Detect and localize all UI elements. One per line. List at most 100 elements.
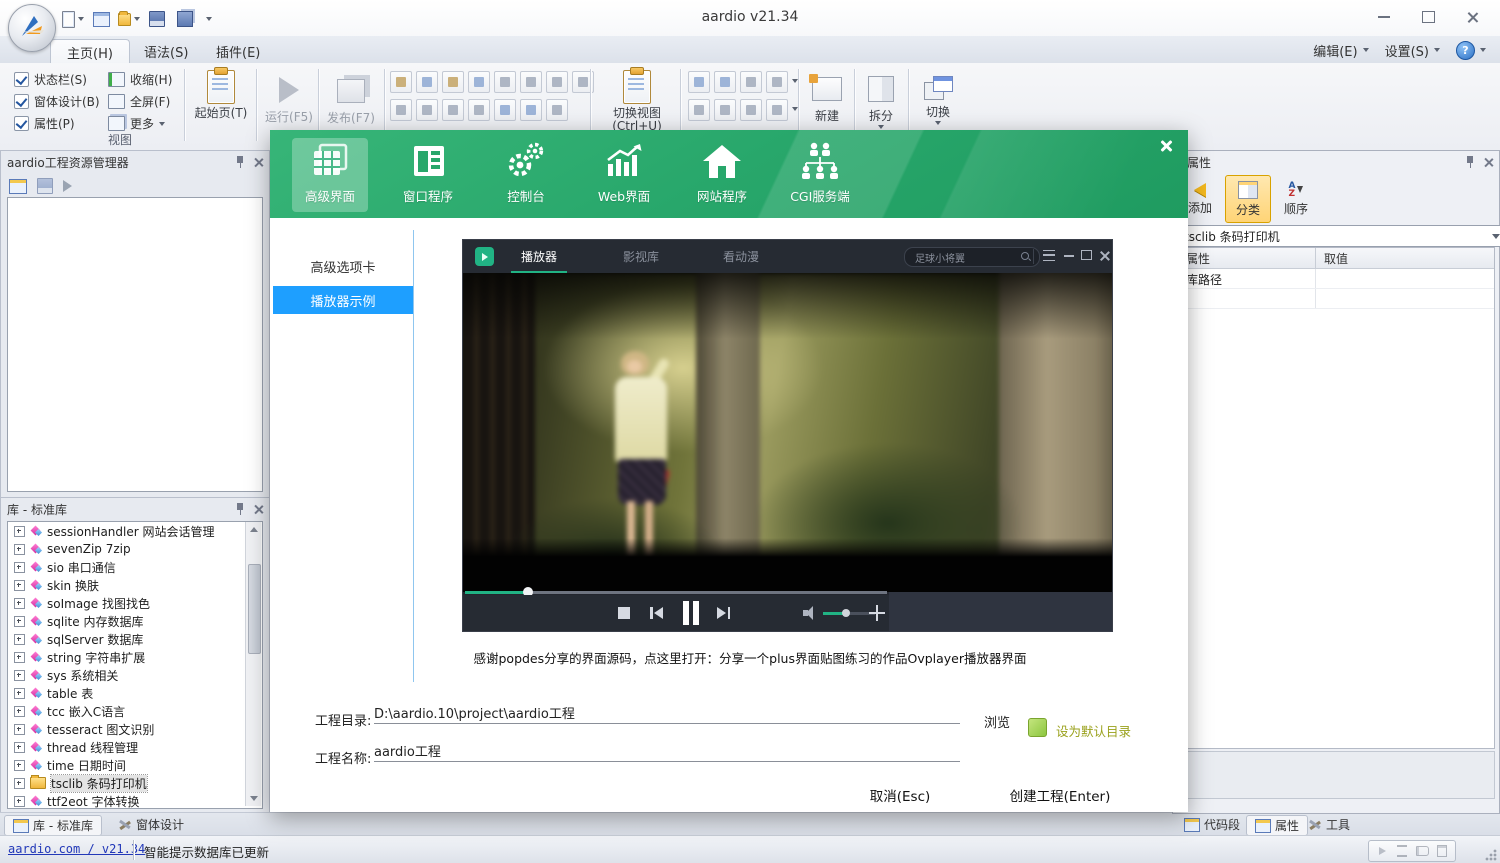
next-button[interactable] [715, 605, 731, 621]
project-name-input[interactable] [374, 743, 960, 762]
list-item[interactable]: sio 串口通信 [8, 558, 262, 576]
player-maximize-button[interactable] [1081, 250, 1095, 263]
player-tab-library[interactable]: 影视库 [613, 240, 669, 273]
list-item[interactable]: tesseract 图文识别 [8, 720, 262, 738]
default-dir-checkbox[interactable] [1028, 718, 1047, 737]
dock-tab-library[interactable]: 库 - 标准库 [4, 815, 102, 836]
app-logo-icon[interactable] [8, 4, 56, 52]
search-icon[interactable] [1021, 252, 1031, 262]
new-window-icon[interactable] [714, 71, 736, 93]
category-advanced-ui[interactable]: 高级界面 [292, 138, 368, 212]
outline-icon[interactable] [1393, 843, 1411, 859]
rect-select-icon[interactable] [390, 99, 412, 121]
expand-icon[interactable] [14, 760, 25, 771]
project-tree-area[interactable] [7, 197, 263, 492]
tab-home[interactable]: 主页(H) [50, 39, 130, 64]
expand-icon[interactable] [14, 562, 25, 573]
default-dir-label[interactable]: 设为默认目录 [1056, 721, 1131, 740]
category-web-ui[interactable]: Web界面 [586, 138, 662, 212]
list-item[interactable]: ttf2eot 字体转换 [8, 792, 262, 809]
toggle-window-button[interactable]: 切换 [912, 69, 964, 125]
dock-tab-snippets[interactable]: 代码段 [1176, 815, 1248, 834]
expand-icon[interactable] [14, 544, 25, 555]
layers-icon[interactable] [766, 71, 788, 93]
expand-icon[interactable] [14, 598, 25, 609]
minimize-button[interactable] [1362, 4, 1406, 30]
pin-add-icon[interactable] [766, 99, 788, 121]
find-icon[interactable] [546, 99, 568, 121]
close-icon[interactable] [1483, 157, 1493, 167]
split-button[interactable]: 拆分 [858, 69, 904, 129]
close-icon[interactable] [1158, 138, 1174, 154]
stop-button[interactable] [618, 607, 630, 619]
list-item[interactable]: sqlServer 数据库 [8, 630, 262, 648]
properties-checkbox-row[interactable]: 属性(P) [14, 115, 75, 132]
previous-button[interactable] [649, 605, 665, 621]
object-dropdown[interactable]: tsclib 条码打印机 [1177, 225, 1500, 247]
help-menu[interactable]: ? [1450, 39, 1492, 62]
credit-text[interactable]: 感谢popdes分享的界面源码，点这里打开：分享一个plus界面贴图练习的作品O… [370, 648, 1130, 667]
list-item[interactable]: table 表 [8, 684, 262, 702]
more-button[interactable]: 更多 [108, 115, 165, 132]
dock-tab-tools[interactable]: 工具 [1300, 815, 1358, 834]
maximize-button[interactable] [1406, 4, 1450, 30]
redo-icon[interactable] [520, 99, 542, 121]
sort-order-button[interactable]: AZ 顺序 [1273, 175, 1319, 223]
list-item[interactable]: sqlite 内存数据库 [8, 612, 262, 630]
list-item[interactable]: skin 换肤 [8, 576, 262, 594]
player-search-input[interactable] [913, 251, 997, 264]
import-icon[interactable] [9, 179, 27, 194]
volume-handle[interactable] [842, 609, 850, 617]
nav-advanced-tab[interactable]: 高级选项卡 [273, 252, 413, 280]
dialog-icon[interactable] [740, 71, 762, 93]
category-window-app[interactable]: 窗口程序 [390, 138, 466, 212]
run-button[interactable]: 运行(F5) [260, 69, 318, 124]
list-item[interactable]: sevenZip 7zip [8, 540, 262, 558]
checkbox-checked-icon[interactable] [14, 94, 29, 109]
player-close-button[interactable] [1099, 250, 1113, 263]
player-tab-player[interactable]: 播放器 [511, 240, 567, 273]
list-item[interactable]: soImage 找图找色 [8, 594, 262, 612]
category-cgi-server[interactable]: CGI服务端 [782, 138, 858, 212]
statusbar-checkbox-row[interactable]: 状态栏(S) [14, 71, 87, 88]
expand-icon[interactable] [14, 634, 25, 645]
run-window-icon[interactable] [688, 71, 710, 93]
video-frame[interactable] [463, 273, 1112, 592]
close-icon[interactable] [253, 157, 263, 167]
switch-view-button[interactable]: 切换视图(Ctrl+U) [598, 66, 676, 133]
expand-icon[interactable] [14, 616, 25, 627]
start-page-button[interactable]: 起始页(T) [188, 66, 254, 120]
list-item[interactable]: time 日期时间 [8, 756, 262, 774]
aardio-link[interactable]: aardio.com / v21.34 [8, 842, 145, 856]
run-icon[interactable] [63, 180, 72, 192]
list-item[interactable]: string 字符串扩展 [8, 648, 262, 666]
outdent-icon[interactable] [520, 71, 542, 93]
fullscreen-button[interactable]: 全屏(F) [108, 93, 170, 110]
docs-icon[interactable] [1413, 843, 1431, 859]
player-minimize-button[interactable] [1064, 250, 1078, 263]
grid-view-icon[interactable] [714, 99, 736, 121]
list-item[interactable]: sessionHandler 网站会话管理 [8, 522, 262, 540]
tab-plugins[interactable]: 插件(E) [200, 39, 276, 63]
expand-icon[interactable] [14, 706, 25, 717]
expand-icon[interactable] [14, 724, 25, 735]
pin-icon[interactable] [1465, 156, 1475, 168]
goto-icon[interactable] [1373, 843, 1391, 859]
expand-icon[interactable] [14, 778, 25, 789]
categorize-button[interactable]: 分类 [1225, 175, 1271, 223]
column-header-value[interactable]: 取值 [1316, 248, 1494, 268]
player-tab-anime[interactable]: 看动漫 [713, 240, 769, 273]
expand-icon[interactable] [14, 526, 25, 537]
expand-icon[interactable] [14, 670, 25, 681]
copy-icon[interactable] [416, 71, 438, 93]
scroll-down-icon[interactable] [248, 793, 259, 804]
paste-special-icon[interactable] [468, 71, 490, 93]
category-console[interactable]: 控制台 [488, 138, 564, 212]
close-icon[interactable] [253, 504, 263, 514]
align-left-icon[interactable] [546, 71, 568, 93]
column-header-property[interactable]: 属性 [1178, 248, 1316, 268]
form-design-checkbox-row[interactable]: 窗体设计(B) [14, 93, 100, 110]
log-icon[interactable] [1433, 843, 1451, 859]
pause-button[interactable] [681, 601, 701, 625]
new-window-button[interactable]: 新建 [804, 69, 850, 123]
